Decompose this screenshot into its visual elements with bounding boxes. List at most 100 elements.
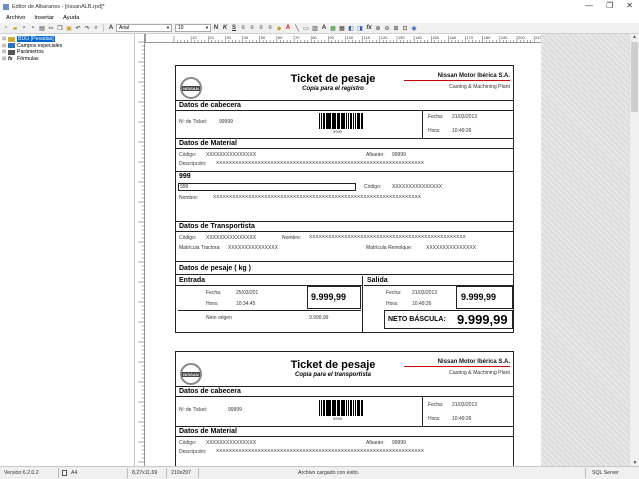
save-all-icon[interactable]: ▪ <box>29 24 37 32</box>
ruler-label: 150 <box>432 35 439 40</box>
justify-icon[interactable]: ≡ <box>266 24 274 32</box>
status-size-in: 8,27x11,69 <box>132 470 158 476</box>
image-icon[interactable]: ▦ <box>329 24 337 32</box>
ruler-label: 60 <box>278 35 283 40</box>
open-icon[interactable]: ▰ <box>11 24 19 32</box>
ticket-header: NISSAN Ticket de pesaje Copia para el tr… <box>176 352 513 387</box>
undo-icon[interactable]: ↶ <box>74 24 82 32</box>
copy-icon[interactable]: ❐ <box>56 24 64 32</box>
status-version: Versión:6.2.0.2 <box>4 470 39 476</box>
extra-input-box <box>178 183 356 191</box>
scroll-thumb[interactable] <box>631 42 638 112</box>
ruler-label: 140 <box>415 35 422 40</box>
ticket-transportista[interactable]: NISSAN Ticket de pesaje Copia para el tr… <box>175 351 514 467</box>
codigo-value: XXXXXXXXXXXXXXX <box>206 440 257 446</box>
print-icon[interactable]: ▤ <box>38 24 46 32</box>
new-icon[interactable]: ▫ <box>2 24 10 32</box>
help-icon[interactable]: ◉ <box>410 24 418 32</box>
ticket-title: Ticket de pesaje <box>290 73 376 85</box>
database-icon <box>8 36 15 42</box>
snap-icon[interactable]: ⊡ <box>401 24 409 32</box>
company-name: Nissan Motor Ibérica S.A. <box>404 359 510 367</box>
ruler-label: 190 <box>501 35 508 40</box>
align-left-icon[interactable]: ≡ <box>239 24 247 32</box>
menu-bar: Archivo Insertar Ayuda <box>0 13 639 23</box>
company-name: Nissan Motor Ibérica S.A. <box>404 73 510 81</box>
salida-hora-value: 10:49:26 <box>412 301 432 307</box>
menu-insertar[interactable]: Insertar <box>34 15 54 21</box>
section-extra: 999 999 Código: XXXXXXXXXXXXXXX Nombre: … <box>176 172 513 222</box>
font-select[interactable]: Arial ▼ <box>116 24 172 32</box>
tree-node-label: Fórmulas <box>17 55 39 62</box>
zoom-out-icon[interactable]: ⊖ <box>383 24 391 32</box>
barcode-bar <box>362 113 363 129</box>
tractora-label: Matrícula Tractora: <box>179 245 221 251</box>
salida-fecha-value: 21/03/2013 <box>412 290 438 296</box>
fill-color-icon[interactable]: ◆ <box>275 24 283 32</box>
bring-front-icon[interactable]: ◧ <box>347 24 355 32</box>
barcode-icon[interactable]: ▥ <box>311 24 319 32</box>
section-pesaje: Datos de pesaje ( kg ) Entrada Salida Fe… <box>176 262 514 332</box>
status-message: Archivo cargado con éxito. <box>298 470 360 476</box>
scroll-up-icon[interactable]: ▲ <box>630 34 639 40</box>
codigo-value: XXXXXXXXXXXXXXX <box>206 152 257 158</box>
barcode-bar <box>329 113 331 129</box>
restore-button[interactable]: ❐ <box>606 1 613 10</box>
status-divider <box>166 468 167 478</box>
barcode-bar <box>356 400 358 416</box>
table-icon[interactable]: ▦ <box>338 24 346 32</box>
descripcion-value: XXXXXXXXXXXXXXXXXXXXXXXXXXXXXXXXXXXXXXXX… <box>216 161 424 166</box>
grid-icon[interactable]: ⊞ <box>392 24 400 32</box>
hora-value: 10:49:26 <box>452 128 472 134</box>
section-title: Datos de pesaje ( kg ) <box>176 262 513 275</box>
window-title: Editor de Albaranes - [rissanALB.rpd]* <box>12 3 105 10</box>
vertical-scrollbar[interactable]: ▲ ▼ <box>629 34 639 466</box>
status-size-mm: 210x297 <box>171 470 191 476</box>
save-icon[interactable]: ▪ <box>20 24 28 32</box>
menu-archivo[interactable]: Archivo <box>6 15 25 21</box>
plant-name: Casting & Machining Plant <box>449 84 510 90</box>
size-select-value: 10 <box>178 25 184 31</box>
ruler-label: 130 <box>398 35 405 40</box>
menu-ayuda[interactable]: Ayuda <box>63 15 79 21</box>
tree-node-formulas[interactable]: ⊞ fx Fórmulas <box>0 56 134 63</box>
align-right-icon[interactable]: ≡ <box>257 24 265 32</box>
descripcion-value: XXXXXXXXXXXXXXXXXXXXXXXXXXXXXXXXXXXXXXXX… <box>216 449 424 454</box>
size-select[interactable]: 10 ▼ <box>175 24 211 32</box>
field-icon[interactable]: A <box>107 24 115 32</box>
italic-icon[interactable]: K <box>221 24 229 32</box>
app-icon <box>3 3 9 10</box>
paste-icon[interactable]: ▣ <box>65 24 73 32</box>
font-color-icon[interactable]: A <box>284 24 292 32</box>
horizontal-ruler: 10 20 30 40 50 60 70 80 90 100 110 120 130 140 150 160 1… <box>146 34 543 43</box>
fecha-label: Fecha: <box>428 114 444 120</box>
barcode-bar <box>319 400 320 416</box>
ruler-label: 50 <box>261 35 266 40</box>
send-back-icon[interactable]: ◨ <box>356 24 364 32</box>
neto-origen-value: 9.999,99 <box>309 315 329 321</box>
line-icon[interactable]: ╲ <box>293 24 301 32</box>
toolbar-separator <box>103 24 104 32</box>
underline-icon[interactable]: S <box>230 24 238 32</box>
workspace-background <box>541 34 629 466</box>
rectangle-icon[interactable]: ▭ <box>302 24 310 32</box>
ticket-registro[interactable]: NISSAN Ticket de pesaje Copia para el re… <box>175 65 514 333</box>
cut-icon[interactable]: ✂ <box>47 24 55 32</box>
salida-hora-label: Hora: <box>386 301 399 307</box>
preview-icon[interactable]: ⌕ <box>92 24 100 32</box>
albaran-value: 99999 <box>392 440 406 446</box>
ticket-number-value: 99999 <box>219 119 233 125</box>
salida-fecha-label: Fecha: <box>386 290 402 296</box>
zoom-in-icon[interactable]: ⊕ <box>374 24 382 32</box>
redo-icon[interactable]: ↷ <box>83 24 91 32</box>
align-center-icon[interactable]: ≡ <box>248 24 256 32</box>
minimize-button[interactable]: — <box>585 1 593 10</box>
neto-bascula-label: NETO BÁSCULA: <box>388 316 446 323</box>
barcode-bar <box>340 400 342 416</box>
close-button[interactable]: ✕ <box>626 1 633 10</box>
bold-icon[interactable]: N <box>212 24 220 32</box>
nombre-label: Nombre: <box>179 195 199 201</box>
formula-icon[interactable]: fx <box>365 24 373 32</box>
text-icon[interactable]: A <box>320 24 328 32</box>
ruler-scale: 10 20 30 40 50 60 70 80 90 100 110 120 130 140 150 160 1… <box>173 35 543 43</box>
